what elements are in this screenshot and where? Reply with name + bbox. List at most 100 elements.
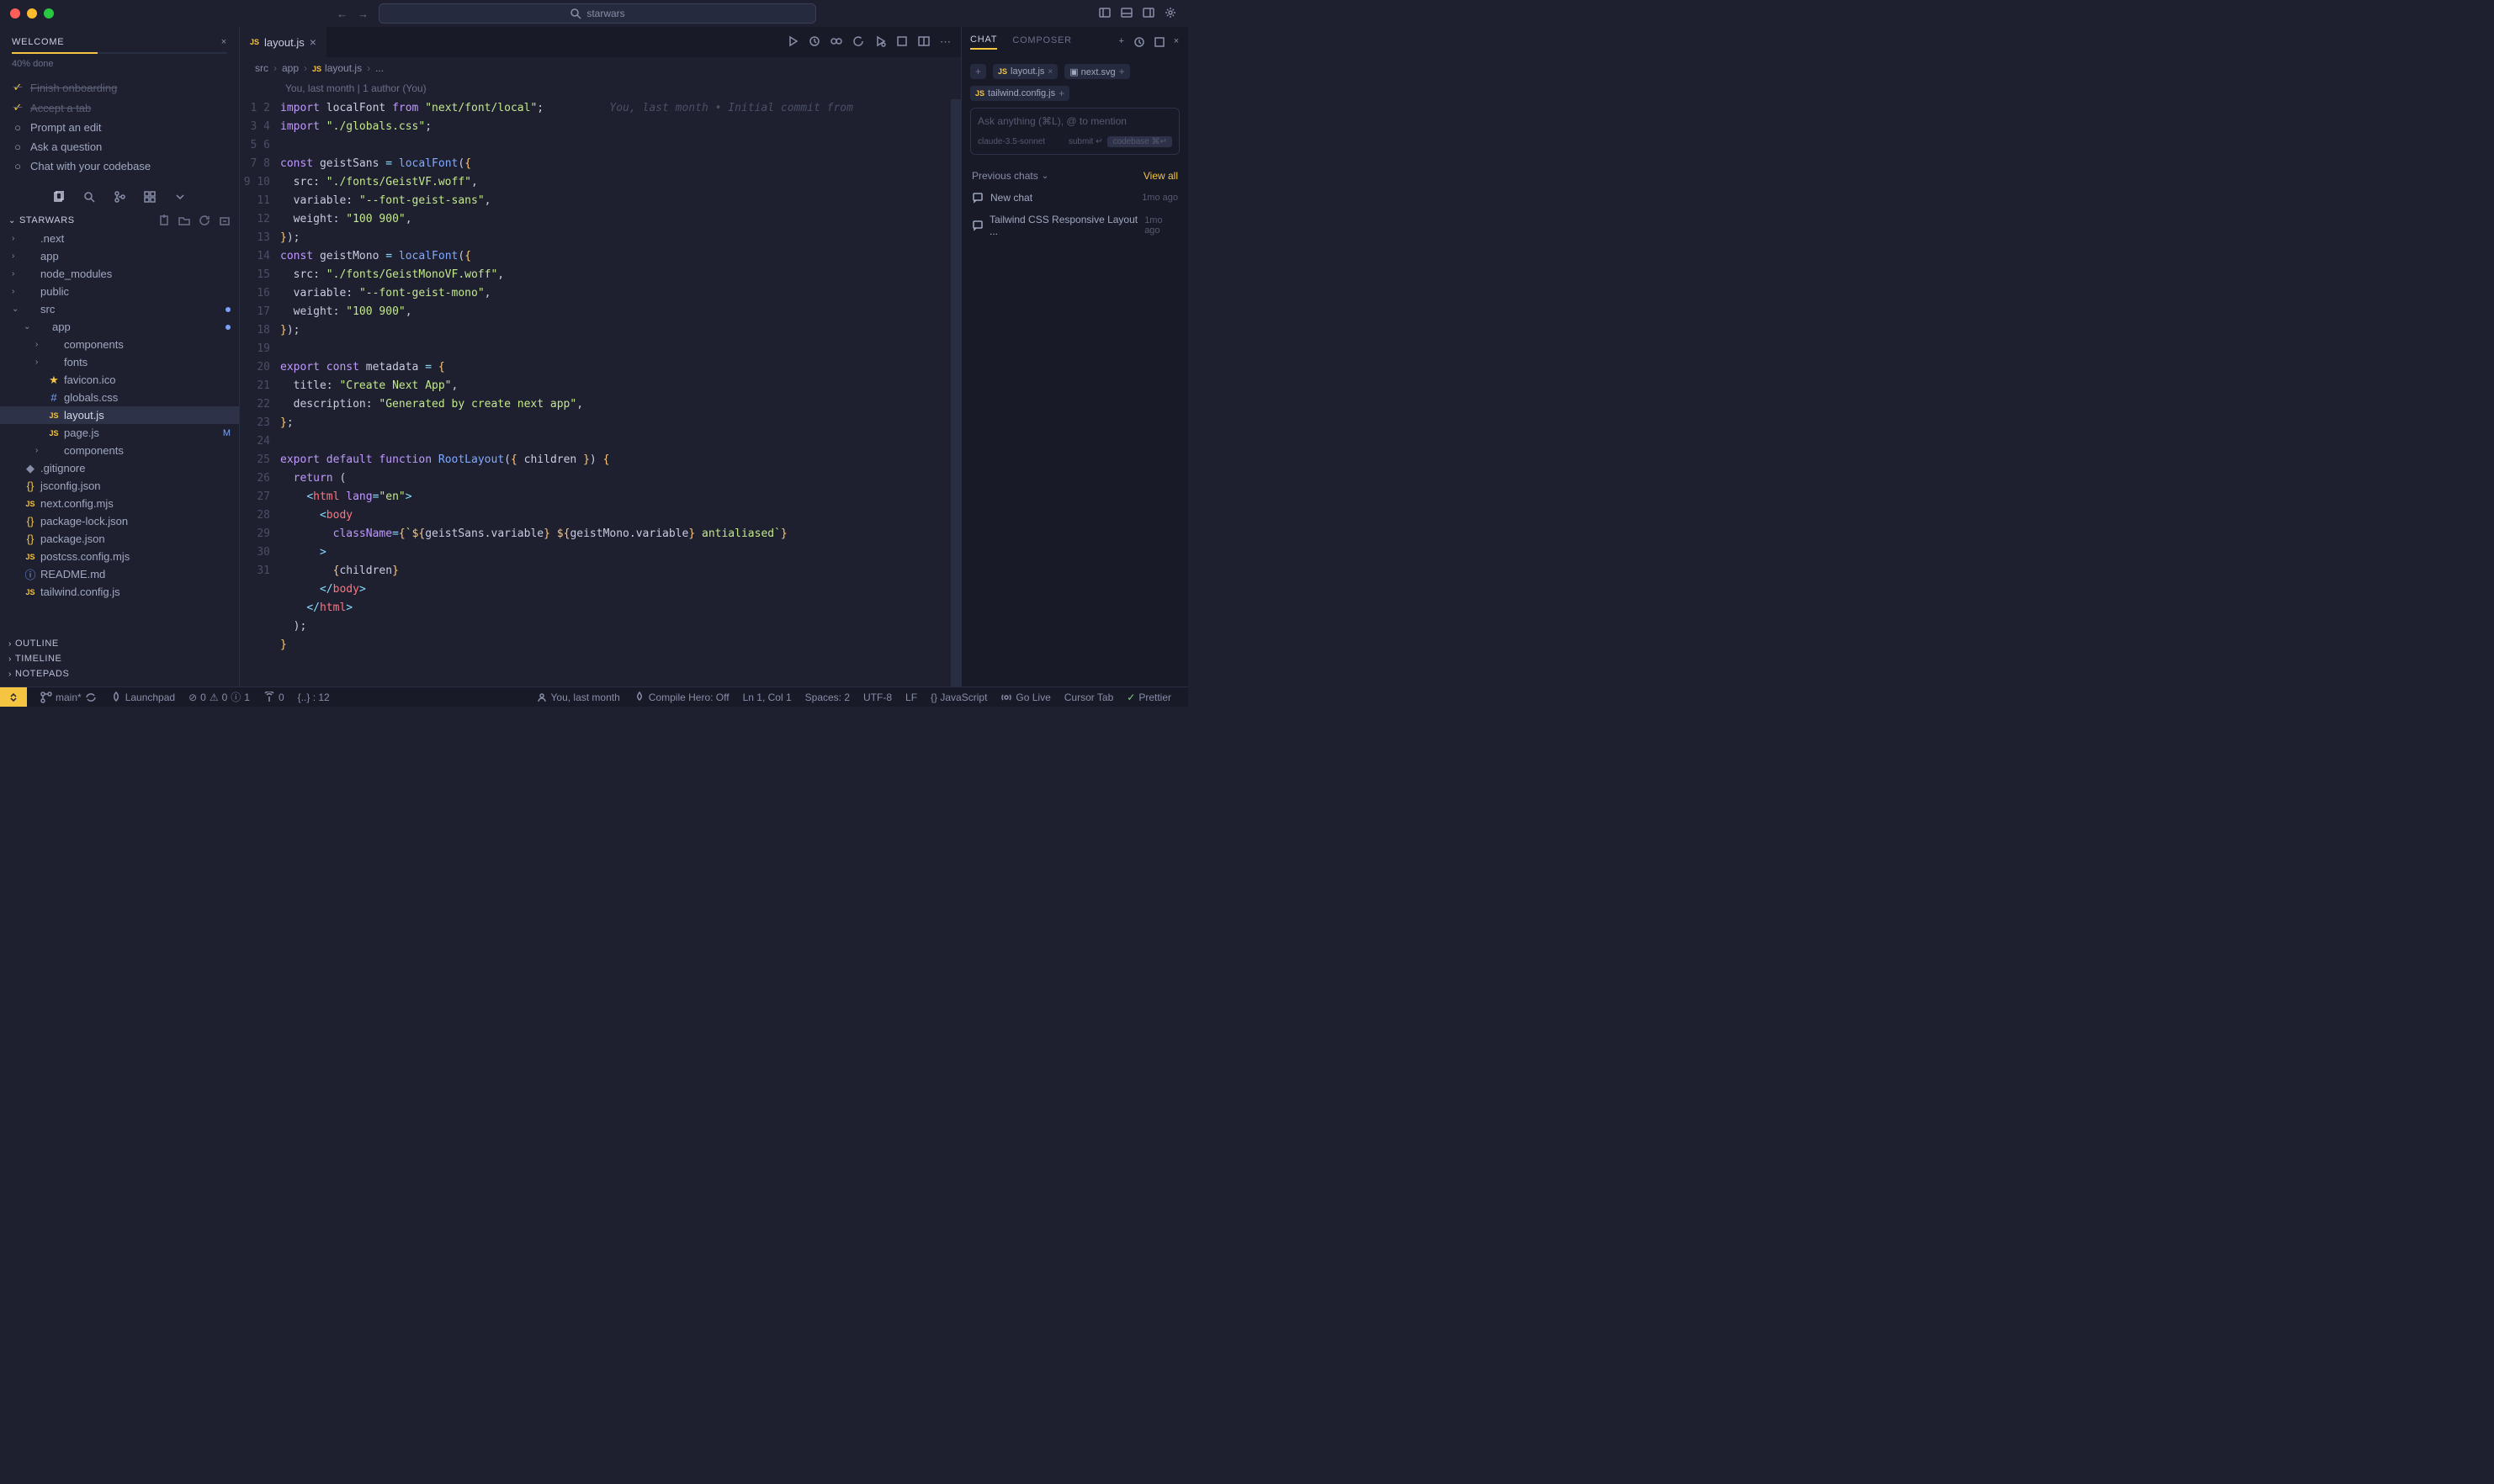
encoding[interactable]: UTF-8 bbox=[857, 692, 899, 703]
collapse-all-icon[interactable] bbox=[219, 215, 231, 226]
remote-button[interactable] bbox=[0, 687, 27, 707]
run-icon[interactable] bbox=[787, 35, 799, 47]
prettier-status[interactable]: ✓ Prettier bbox=[1120, 692, 1178, 703]
ports-button[interactable]: 0 bbox=[257, 692, 291, 703]
tree-row[interactable]: #globals.css bbox=[0, 389, 239, 406]
layout-left-icon[interactable] bbox=[1099, 7, 1112, 20]
code-content[interactable]: import localFont from "next/font/local";… bbox=[280, 99, 853, 686]
context-chip[interactable]: + bbox=[970, 64, 986, 79]
chat-tab[interactable]: CHAT bbox=[970, 34, 997, 50]
welcome-item[interactable]: ○Chat with your codebase bbox=[12, 156, 227, 176]
welcome-close-button[interactable]: × bbox=[221, 37, 227, 47]
breadcrumb-segment[interactable]: app bbox=[282, 62, 299, 74]
close-window-button[interactable] bbox=[10, 8, 20, 19]
chat-history-item[interactable]: Tailwind CSS Responsive Layout ...1mo ag… bbox=[962, 209, 1188, 242]
compare-icon[interactable] bbox=[830, 35, 842, 47]
indentation[interactable]: Spaces: 2 bbox=[799, 692, 857, 703]
compile-hero[interactable]: Compile Hero: Off bbox=[627, 692, 736, 703]
welcome-item[interactable]: ✓Finish onboarding bbox=[12, 77, 227, 98]
tree-row[interactable]: JSlayout.js bbox=[0, 406, 239, 424]
tree-row[interactable]: {}package.json bbox=[0, 530, 239, 548]
tree-row[interactable]: ›.next bbox=[0, 230, 239, 247]
tree-row[interactable]: JSpage.jsM bbox=[0, 424, 239, 442]
problems-button[interactable]: ⊘ 0 ⚠ 0 ⓘ 1 bbox=[182, 690, 257, 704]
git-branch[interactable]: main* bbox=[34, 692, 103, 703]
tree-row[interactable]: ⓘREADME.md bbox=[0, 565, 239, 583]
minimize-window-button[interactable] bbox=[27, 8, 37, 19]
tree-row[interactable]: ›fonts bbox=[0, 353, 239, 371]
sidebar-section-header[interactable]: ›OUTLINE bbox=[8, 636, 231, 651]
sidebar-section-header[interactable]: ›NOTEPADS bbox=[8, 666, 231, 681]
language-mode[interactable]: {} JavaScript bbox=[924, 692, 994, 703]
model-selector[interactable]: claude-3.5-sonnet bbox=[978, 137, 1045, 146]
cursor-position[interactable]: Ln 1, Col 1 bbox=[736, 692, 799, 703]
breadcrumb-segment[interactable]: ... bbox=[375, 62, 384, 74]
chip-add-icon[interactable]: + bbox=[1059, 87, 1064, 99]
new-folder-icon[interactable] bbox=[178, 215, 190, 226]
close-panel-button[interactable]: × bbox=[1174, 36, 1180, 48]
tree-row[interactable]: ⌄app bbox=[0, 318, 239, 336]
tree-row[interactable]: ›app bbox=[0, 247, 239, 265]
command-center-search[interactable]: starwars bbox=[379, 3, 816, 24]
view-all-link[interactable]: View all bbox=[1144, 170, 1178, 182]
split-icon[interactable] bbox=[918, 35, 930, 47]
explorer-icon[interactable] bbox=[53, 191, 65, 203]
diff-icon[interactable] bbox=[896, 35, 908, 47]
new-file-icon[interactable] bbox=[158, 215, 170, 226]
dock-icon[interactable] bbox=[1154, 36, 1165, 48]
settings-gear-icon[interactable] bbox=[1165, 7, 1178, 20]
source-control-icon[interactable] bbox=[114, 191, 125, 203]
search-panel-icon[interactable] bbox=[83, 191, 95, 203]
welcome-item[interactable]: ✓Accept a tab bbox=[12, 98, 227, 118]
eol[interactable]: LF bbox=[899, 692, 924, 703]
tree-row[interactable]: JSpostcss.config.mjs bbox=[0, 548, 239, 565]
tree-row[interactable]: {}package-lock.json bbox=[0, 512, 239, 530]
tree-row[interactable]: {}jsconfig.json bbox=[0, 477, 239, 495]
cursor-tab[interactable]: Cursor Tab bbox=[1058, 692, 1120, 703]
refresh-icon[interactable] bbox=[199, 215, 210, 226]
chevron-down-icon[interactable] bbox=[174, 191, 186, 203]
breadcrumb-segment[interactable]: src bbox=[255, 62, 268, 74]
layout-bottom-icon[interactable] bbox=[1121, 7, 1134, 20]
editor-tab[interactable]: JS layout.js × bbox=[240, 27, 327, 57]
tree-row[interactable]: ›components bbox=[0, 442, 239, 459]
chat-input[interactable]: Ask anything (⌘L), @ to mention claude-3… bbox=[970, 108, 1180, 155]
tree-row[interactable]: ★favicon.ico bbox=[0, 371, 239, 389]
tree-row[interactable]: ›public bbox=[0, 283, 239, 300]
chevron-down-icon[interactable]: ⌄ bbox=[1042, 172, 1048, 181]
sidebar-section-header[interactable]: ›TIMELINE bbox=[8, 651, 231, 666]
launchpad-button[interactable]: Launchpad bbox=[103, 692, 182, 703]
history-icon[interactable] bbox=[809, 35, 820, 47]
nav-back-button[interactable]: ← bbox=[337, 8, 348, 20]
more-icon[interactable]: ⋯ bbox=[940, 35, 951, 49]
codebase-badge[interactable]: codebase ⌘↵ bbox=[1107, 136, 1172, 147]
minimap-scrollbar[interactable] bbox=[951, 99, 961, 686]
new-chat-button[interactable]: + bbox=[1119, 36, 1125, 48]
tree-row[interactable]: ◆.gitignore bbox=[0, 459, 239, 477]
context-chip[interactable]: JS tailwind.config.js + bbox=[970, 86, 1069, 101]
tab-close-button[interactable]: × bbox=[310, 35, 316, 49]
json-status[interactable]: {..} : 12 bbox=[291, 692, 337, 703]
tree-row[interactable]: ›node_modules bbox=[0, 265, 239, 283]
context-chip[interactable]: JS layout.js × bbox=[993, 64, 1058, 79]
chip-add-icon[interactable]: + bbox=[1119, 66, 1125, 77]
welcome-item[interactable]: ○Ask a question bbox=[12, 137, 227, 156]
history-icon[interactable] bbox=[1133, 36, 1145, 48]
chat-history-item[interactable]: New chat1mo ago bbox=[962, 187, 1188, 209]
composer-tab[interactable]: COMPOSER bbox=[1012, 35, 1072, 49]
blame-status[interactable]: You, last month bbox=[529, 692, 627, 703]
welcome-item[interactable]: ○Prompt an edit bbox=[12, 118, 227, 137]
breadcrumb-segment[interactable]: JSlayout.js bbox=[312, 62, 362, 74]
tree-row[interactable]: ⌄src bbox=[0, 300, 239, 318]
revert-icon[interactable] bbox=[852, 35, 864, 47]
context-chip[interactable]: ▣ next.svg + bbox=[1064, 64, 1129, 79]
tree-row[interactable]: JSnext.config.mjs bbox=[0, 495, 239, 512]
chip-close-icon[interactable]: × bbox=[1048, 67, 1053, 77]
go-live-button[interactable]: Go Live bbox=[994, 692, 1057, 703]
tree-row[interactable]: JStailwind.config.js bbox=[0, 583, 239, 601]
nav-forward-button[interactable]: → bbox=[358, 8, 369, 20]
run-debug-icon[interactable] bbox=[874, 35, 886, 47]
chevron-down-icon[interactable]: ⌄ bbox=[8, 216, 16, 225]
extensions-icon[interactable] bbox=[144, 191, 156, 203]
breadcrumb[interactable]: src›app›JSlayout.js›... bbox=[240, 57, 961, 79]
